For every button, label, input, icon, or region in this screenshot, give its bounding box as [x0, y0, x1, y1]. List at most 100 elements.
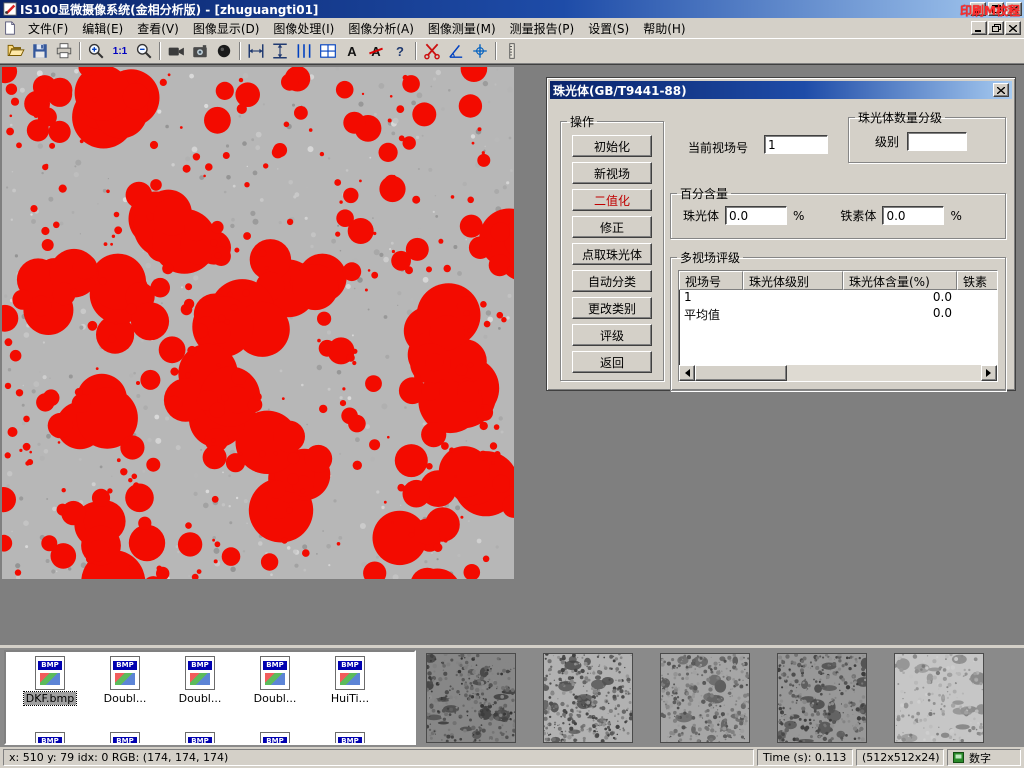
column-header-field[interactable]: 视场号 [679, 271, 743, 290]
print-button[interactable] [52, 40, 76, 62]
file-item[interactable]: BMP [316, 732, 384, 745]
mdi-close-button[interactable] [1005, 21, 1021, 35]
arrow-right-icon [986, 369, 995, 377]
parallel-lines-button[interactable] [292, 40, 316, 62]
file-item[interactable]: BMP [16, 732, 84, 745]
menu-file[interactable]: 文件(F) [21, 18, 75, 39]
mdi-minimize-button[interactable] [971, 21, 987, 35]
file-item[interactable]: BMP [241, 732, 309, 745]
ferrite-percent-input[interactable] [882, 206, 944, 225]
grading-group: 珠光体数量分级 级别 [848, 109, 1006, 163]
correct-button[interactable]: 修正 [572, 216, 652, 238]
actual-size-icon: 1:1 [113, 46, 127, 57]
freeze-button[interactable] [212, 40, 236, 62]
menu-edit[interactable]: 编辑(E) [75, 18, 130, 39]
current-field-label: 当前视场号 [688, 139, 748, 156]
current-field-input[interactable] [764, 135, 828, 154]
file-label[interactable]: Doubl... [177, 692, 224, 705]
text-annotate-button[interactable]: A [340, 40, 364, 62]
table-header: 视场号 珠光体级别 珠光体含量(%) 铁素 [679, 271, 997, 290]
menu-image-process[interactable]: 图像处理(I) [266, 18, 341, 39]
file-item[interactable]: BMP DKF.bmp [16, 656, 84, 705]
menu-view[interactable]: 查看(V) [130, 18, 186, 39]
menu-image-display[interactable]: 图像显示(D) [186, 18, 267, 39]
angle-icon [447, 42, 465, 60]
video-capture-button[interactable] [164, 40, 188, 62]
scroll-right-button[interactable] [981, 365, 997, 381]
scrollbar-thumb[interactable] [695, 365, 787, 381]
file-item[interactable]: BMP HuiTi... [316, 656, 384, 705]
bmp-file-icon: BMP [185, 732, 215, 745]
cell-field: 1 [679, 290, 743, 306]
scrollbar-track[interactable] [695, 365, 981, 381]
pick-pearlite-button[interactable]: 点取珠光体 [572, 243, 652, 265]
file-item[interactable]: BMP Doubl... [91, 656, 159, 705]
actual-size-button[interactable]: 1:1 [108, 40, 132, 62]
cell-extra [957, 306, 998, 322]
help-button[interactable]: ? [388, 40, 412, 62]
column-header-ferrite[interactable]: 铁素 [957, 271, 998, 290]
cell-level [743, 290, 843, 306]
zoom-out-icon [135, 42, 153, 60]
grid-button[interactable] [316, 40, 340, 62]
return-button[interactable]: 返回 [572, 351, 652, 373]
file-label[interactable]: HuiTi... [329, 692, 371, 705]
menu-help[interactable]: 帮助(H) [636, 18, 692, 39]
level-input[interactable] [907, 132, 967, 151]
menu-settings[interactable]: 设置(S) [581, 18, 636, 39]
mdi-restore-button[interactable] [988, 21, 1004, 35]
menu-image-analysis[interactable]: 图像分析(A) [341, 18, 421, 39]
zoom-in-button[interactable] [84, 40, 108, 62]
file-label[interactable]: Doubl... [252, 692, 299, 705]
file-item[interactable]: BMP Doubl... [166, 656, 234, 705]
menu-measure-report[interactable]: 测量报告(P) [503, 18, 582, 39]
measure-horizontal-button[interactable] [244, 40, 268, 62]
scroll-left-button[interactable] [679, 365, 695, 381]
percent-sign: % [950, 209, 961, 223]
crosshair-icon [471, 42, 489, 60]
dialog-close-button[interactable] [993, 83, 1009, 97]
app-icon [3, 2, 17, 16]
thumbnail-image[interactable] [894, 653, 984, 743]
cut-button[interactable] [420, 40, 444, 62]
table-row[interactable]: 1 0.0 [679, 290, 997, 306]
file-label[interactable]: Doubl... [102, 692, 149, 705]
initialize-button[interactable]: 初始化 [572, 135, 652, 157]
horizontal-scrollbar[interactable] [679, 365, 997, 381]
dialog-body: 操作 初始化 新视场 二值化 修正 点取珠光体 自动分类 更改类别 评级 返回 … [550, 99, 1012, 387]
column-header-content[interactable]: 珠光体含量(%) [843, 271, 957, 290]
camera-capture-button[interactable] [188, 40, 212, 62]
bmp-file-icon: BMP [260, 656, 290, 690]
thumbnail-image[interactable] [777, 653, 867, 743]
file-listbox[interactable]: BMP DKF.bmp BMP Doubl... BMP Doubl... BM… [4, 650, 416, 745]
zoom-out-button[interactable] [132, 40, 156, 62]
pearlite-percent-input[interactable] [725, 206, 787, 225]
file-label[interactable]: DKF.bmp [24, 692, 76, 705]
thumbnail-image[interactable] [543, 653, 633, 743]
change-category-button[interactable]: 更改类别 [572, 297, 652, 319]
binarize-button[interactable]: 二值化 [572, 189, 652, 211]
new-field-button[interactable]: 新视场 [572, 162, 652, 184]
table-row[interactable]: 平均值 0.0 [679, 306, 997, 322]
column-header-level[interactable]: 珠光体级别 [743, 271, 843, 290]
thumbnail-image[interactable] [426, 653, 516, 743]
measure-vertical-button[interactable] [268, 40, 292, 62]
specimen-image[interactable] [2, 67, 514, 579]
file-item[interactable]: BMP Doubl... [241, 656, 309, 705]
save-button[interactable] [28, 40, 52, 62]
thumbnail-image[interactable] [660, 653, 750, 743]
text-delete-button[interactable]: A [364, 40, 388, 62]
open-folder-button[interactable] [4, 40, 28, 62]
menu-image-measure[interactable]: 图像测量(M) [421, 18, 503, 39]
rate-button[interactable]: 评级 [572, 324, 652, 346]
title-bar: IS100显微摄像系统(金相分析版) - [zhuguangti01] [0, 0, 1024, 18]
file-item[interactable]: BMP [91, 732, 159, 745]
child-window-icon[interactable] [3, 21, 17, 35]
angle-measure-button[interactable] [444, 40, 468, 62]
ruler-button[interactable] [500, 40, 524, 62]
crosshair-button[interactable] [468, 40, 492, 62]
file-item[interactable]: BMP [166, 732, 234, 745]
dialog-title-bar[interactable]: 珠光体(GB/T9441-88) [550, 81, 1012, 99]
percent-group-label: 百分含量 [677, 185, 731, 202]
auto-classify-button[interactable]: 自动分类 [572, 270, 652, 292]
